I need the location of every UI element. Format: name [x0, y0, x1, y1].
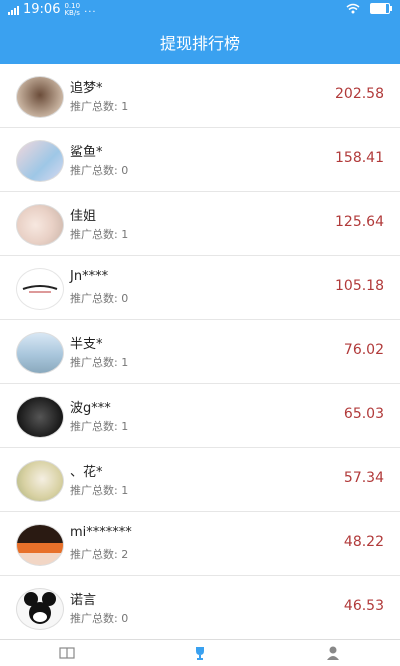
amount: 76.02	[343, 342, 384, 358]
list-item[interactable]: 鲨鱼* 推广总数: 0 158.41	[0, 128, 400, 192]
list-item[interactable]: mi******* 推广总数: 2 48.22	[0, 512, 400, 576]
network-speed: 0.10 KB/s	[64, 1, 81, 17]
list-item[interactable]: 诺言 推广总数: 0 46.53	[0, 576, 400, 640]
promo-stat: 推广总数: 1	[70, 484, 129, 497]
tab-profile[interactable]	[313, 642, 353, 664]
tab-trophy[interactable]	[180, 642, 220, 664]
avatar	[16, 204, 64, 246]
clock: 19:06	[23, 2, 61, 17]
avatar	[16, 524, 64, 566]
trophy-icon	[195, 647, 204, 660]
promo-stat: 推广总数: 0	[70, 292, 129, 305]
avatar	[16, 140, 64, 182]
amount: 46.53	[343, 598, 384, 614]
promo-stat: 推广总数: 1	[70, 228, 129, 241]
list-item[interactable]: 佳姐 推广总数: 1 125.64	[0, 192, 400, 256]
page-title: 提现排行榜	[159, 34, 240, 53]
app-header: 提现排行榜	[0, 20, 400, 64]
user-name: mi*******	[70, 525, 132, 540]
user-name: 、花*	[70, 465, 103, 480]
amount: 57.34	[343, 470, 384, 486]
user-name: 鲨鱼*	[70, 145, 103, 160]
promo-stat: 推广总数: 1	[70, 356, 129, 369]
amount: 125.64	[335, 214, 384, 230]
list-item[interactable]: 半支* 推广总数: 1 76.02	[0, 320, 400, 384]
promo-stat: 推广总数: 1	[70, 420, 129, 433]
amount: 65.03	[343, 406, 384, 422]
promo-stat: 推广总数: 1	[70, 100, 129, 113]
signal-icon	[8, 5, 19, 15]
tab-book[interactable]	[47, 642, 87, 664]
wifi-icon	[346, 3, 360, 14]
user-name: 波g***	[70, 401, 111, 416]
amount: 158.41	[335, 150, 384, 166]
bottom-tab-bar	[0, 639, 400, 666]
avatar	[16, 76, 64, 118]
status-bar: 19:06 0.10 KB/s ...	[0, 0, 400, 20]
amount: 105.18	[335, 278, 384, 294]
user-name: Jn****	[70, 269, 109, 284]
user-name: 佳姐	[70, 209, 97, 224]
promo-stat: 推广总数: 2	[70, 548, 129, 561]
battery-icon	[370, 3, 392, 14]
promo-stat: 推广总数: 0	[70, 164, 129, 177]
book-icon	[59, 647, 75, 659]
avatar	[16, 332, 64, 374]
user-name: 追梦*	[70, 81, 103, 96]
list-item[interactable]: 追梦* 推广总数: 1 202.58	[0, 64, 400, 128]
avatar	[16, 460, 64, 502]
avatar	[16, 588, 64, 630]
list-item[interactable]: Jn**** 推广总数: 0 105.18	[0, 256, 400, 320]
user-name: 半支*	[70, 337, 103, 352]
avatar	[16, 396, 64, 438]
promo-stat: 推广总数: 0	[70, 612, 129, 625]
amount: 202.58	[335, 86, 384, 102]
user-name: 诺言	[70, 593, 97, 608]
more-indicator: ...	[84, 4, 97, 15]
list-item[interactable]: 、花* 推广总数: 1 57.34	[0, 448, 400, 512]
user-icon	[327, 646, 340, 660]
avatar	[16, 268, 64, 310]
amount: 48.22	[343, 534, 384, 550]
ranking-list: 追梦* 推广总数: 1 202.58 鲨鱼* 推广总数: 0 158.41 佳姐…	[0, 64, 400, 640]
list-item[interactable]: 波g*** 推广总数: 1 65.03	[0, 384, 400, 448]
